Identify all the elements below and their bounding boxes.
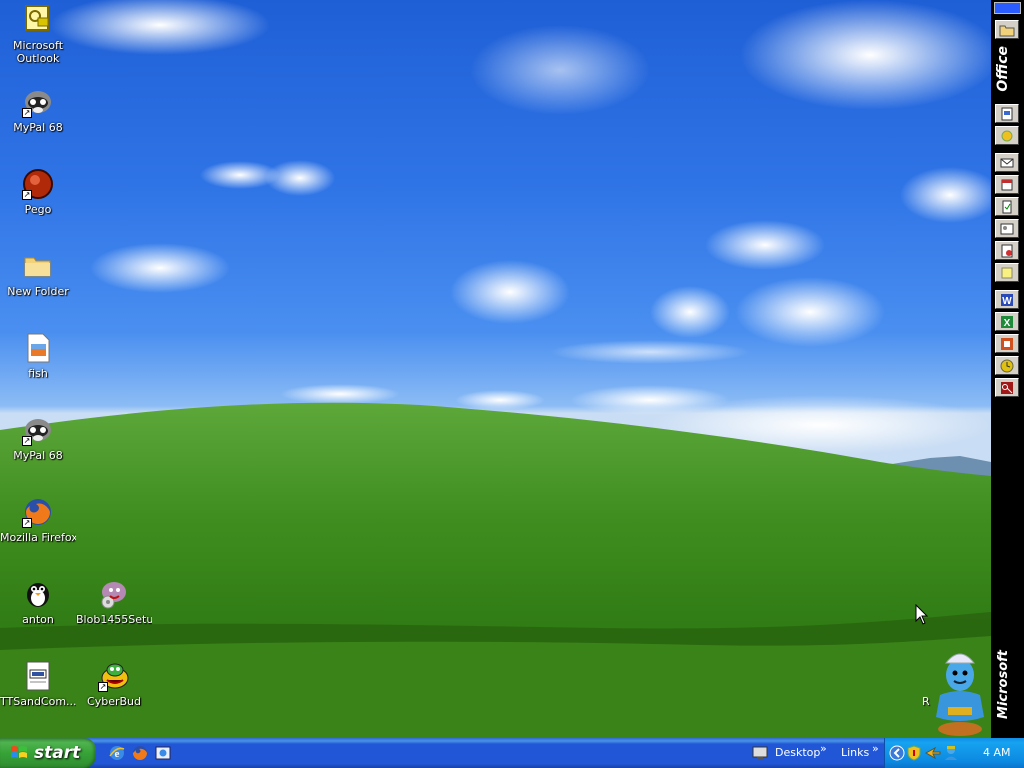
task-icon bbox=[1002, 200, 1012, 213]
desktop-toolbar-chevron[interactable]: » bbox=[820, 742, 827, 755]
office-contact-button[interactable] bbox=[995, 219, 1019, 238]
desktop-icon-pego[interactable]: ↗ Pego bbox=[0, 168, 76, 216]
desktop-icon-label: Pego bbox=[24, 203, 52, 216]
desktop-toolbar-icon[interactable] bbox=[752, 746, 768, 760]
calendar-icon bbox=[1001, 179, 1013, 190]
powerpoint-icon bbox=[1001, 337, 1013, 350]
outlook-clock-icon bbox=[1000, 359, 1014, 372]
svg-text:X: X bbox=[1004, 318, 1011, 329]
office-open-button[interactable] bbox=[995, 126, 1019, 145]
shortcut-arrow-icon: ↗ bbox=[98, 682, 108, 692]
assistant-partial-label: R bbox=[922, 695, 930, 708]
taskbar: start e Desktop » Links » 4 AM bbox=[0, 738, 1024, 768]
svg-text:W: W bbox=[1002, 296, 1012, 307]
start-button[interactable]: start bbox=[0, 738, 96, 768]
firefox-icon: ↗ bbox=[22, 496, 54, 528]
start-label: start bbox=[34, 743, 81, 763]
desktop-icon-new-folder[interactable]: New Folder bbox=[0, 250, 76, 298]
office-journal-button[interactable] bbox=[995, 241, 1019, 260]
windows-flag-icon bbox=[11, 746, 27, 758]
office-bar-title-strip[interactable] bbox=[994, 2, 1021, 14]
shortcut-arrow-icon: ↗ bbox=[22, 518, 32, 528]
desktop-icon-outlook[interactable]: Microsoft Outlook bbox=[0, 4, 76, 65]
office-note-button[interactable] bbox=[995, 263, 1019, 282]
desktop-toolbar-label[interactable]: Desktop bbox=[775, 746, 820, 759]
desktop-icon-label: Microsoft Outlook bbox=[12, 39, 64, 65]
outlook-express-icon[interactable] bbox=[154, 744, 172, 762]
office-new-doc-button[interactable] bbox=[995, 104, 1019, 123]
desktop-icon-label: anton bbox=[22, 613, 54, 626]
desktop: Microsoft Outlook ↗ MyPal 68 ↗ Pego New … bbox=[0, 0, 1024, 738]
pointer-tray-icon[interactable] bbox=[925, 746, 941, 760]
office-powerpoint-button[interactable] bbox=[995, 334, 1019, 353]
raccoon-icon: ↗ bbox=[22, 86, 54, 118]
office-assistant-genie[interactable]: R bbox=[922, 645, 990, 738]
open-gear-icon bbox=[1001, 130, 1013, 141]
excel-icon: X bbox=[1001, 315, 1013, 329]
desktop-icon-mypal-2[interactable]: ↗ MyPal 68 bbox=[0, 414, 76, 462]
penguin-icon bbox=[22, 578, 54, 610]
desktop-icon-label: New Folder bbox=[7, 285, 69, 298]
security-shield-icon[interactable] bbox=[907, 745, 921, 761]
desktop-icon-label: Mozilla Firefox bbox=[0, 531, 76, 544]
firefox-icon[interactable] bbox=[131, 744, 149, 762]
system-tray: 4 AM bbox=[884, 738, 1024, 768]
pego-icon: ↗ bbox=[22, 168, 54, 200]
access-key-icon bbox=[1001, 381, 1013, 394]
office-bar-title: Office bbox=[995, 46, 1011, 92]
office-access-button[interactable] bbox=[995, 378, 1019, 397]
journal-icon bbox=[1001, 244, 1013, 257]
image-file-icon bbox=[22, 332, 54, 364]
genie-tray-icon[interactable] bbox=[943, 744, 959, 762]
desktop-icon-label: Blob1455Setup bbox=[76, 613, 152, 626]
note-icon bbox=[1001, 267, 1013, 278]
shortcut-arrow-icon: ↗ bbox=[22, 436, 32, 446]
folder-icon bbox=[22, 250, 54, 282]
links-toolbar-chevron[interactable]: » bbox=[872, 742, 879, 755]
clock[interactable]: 4 AM bbox=[983, 746, 1011, 759]
bliss-wallpaper bbox=[0, 0, 1000, 738]
desktop-icon-blob-setup[interactable]: Blob1455Setup bbox=[76, 578, 152, 626]
desktop-icon-fish[interactable]: fish bbox=[0, 332, 76, 380]
desktop-icon-label: TTSandCom... bbox=[0, 695, 76, 708]
desktop-icon-label: MyPal 68 bbox=[13, 449, 63, 462]
desktop-icon-cyberbud[interactable]: ↗ CyberBud bbox=[76, 660, 152, 708]
document-icon bbox=[22, 660, 54, 692]
desktop-icon-label: fish bbox=[28, 367, 48, 380]
desktop-icon-ttsandcom[interactable]: TTSandCom... bbox=[0, 660, 76, 708]
desktop-icon-anton[interactable]: anton bbox=[0, 578, 76, 626]
office-bar-brand: Microsoft bbox=[996, 650, 1011, 719]
desktop-icon-mypal[interactable]: ↗ MyPal 68 bbox=[0, 86, 76, 134]
office-open-folder-button[interactable] bbox=[995, 20, 1019, 39]
office-shortcut-bar: Office W X Microsoft bbox=[991, 0, 1024, 738]
new-document-icon bbox=[1001, 107, 1013, 120]
office-outlook-button[interactable] bbox=[995, 356, 1019, 375]
desktop-icon-label: MyPal 68 bbox=[13, 121, 63, 134]
mouse-cursor-icon bbox=[915, 604, 929, 625]
office-word-button[interactable]: W bbox=[995, 290, 1019, 309]
shortcut-arrow-icon: ↗ bbox=[22, 108, 32, 118]
genie-icon bbox=[936, 653, 984, 736]
office-excel-button[interactable]: X bbox=[995, 312, 1019, 331]
contact-icon bbox=[1000, 223, 1014, 234]
show-hidden-icons-chevron-icon[interactable] bbox=[889, 745, 905, 761]
folder-icon bbox=[999, 25, 1015, 36]
raccoon-icon: ↗ bbox=[22, 414, 54, 446]
ie-icon[interactable]: e bbox=[108, 744, 126, 762]
word-icon: W bbox=[1001, 293, 1013, 307]
alien-icon: ↗ bbox=[98, 660, 130, 692]
setup-icon bbox=[98, 578, 130, 610]
office-mail-button[interactable] bbox=[995, 153, 1019, 172]
office-calendar-button[interactable] bbox=[995, 175, 1019, 194]
office-task-button[interactable] bbox=[995, 197, 1019, 216]
mail-icon bbox=[1000, 158, 1014, 167]
links-toolbar-label[interactable]: Links bbox=[841, 746, 869, 759]
desktop-icon-label: CyberBud bbox=[87, 695, 141, 708]
shortcut-arrow-icon: ↗ bbox=[22, 190, 32, 200]
desktop-icon-firefox[interactable]: ↗ Mozilla Firefox bbox=[0, 496, 76, 544]
outlook-icon bbox=[22, 4, 54, 36]
